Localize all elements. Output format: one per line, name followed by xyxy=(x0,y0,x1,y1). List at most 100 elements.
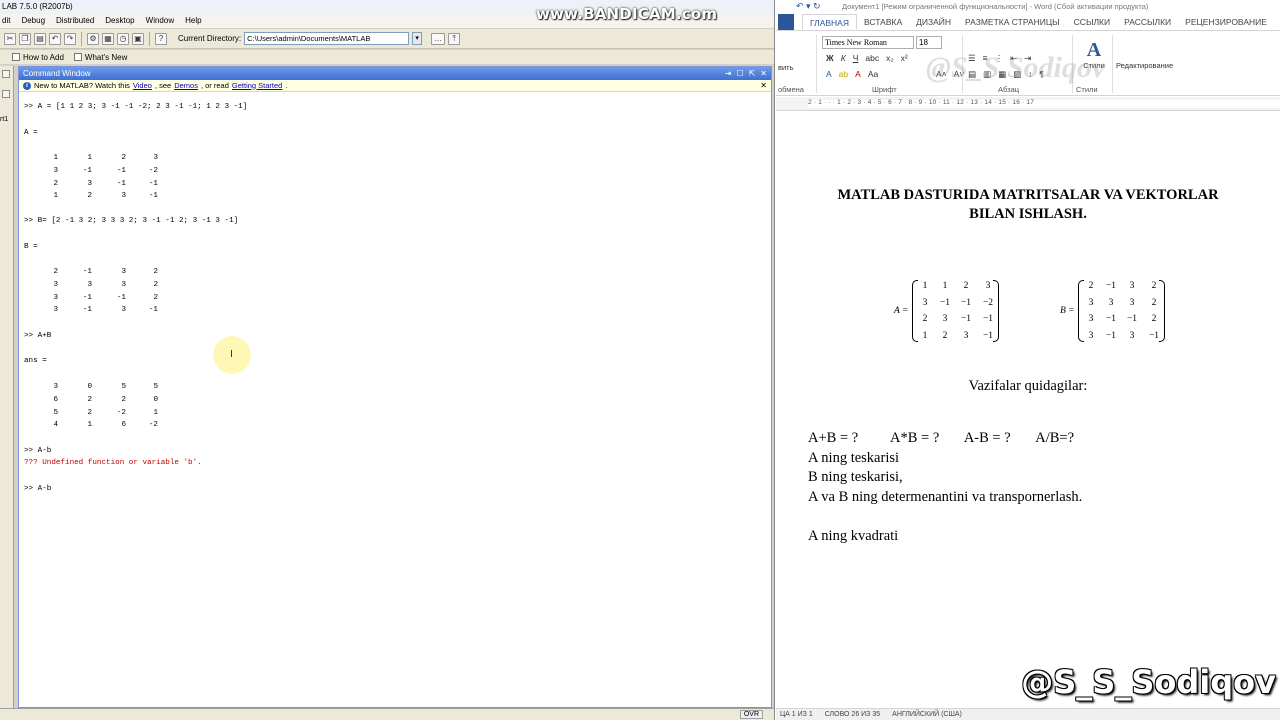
menu-edit[interactable]: dit xyxy=(2,14,10,28)
file-tab[interactable] xyxy=(778,14,794,30)
matrix-cell: 2 xyxy=(153,293,158,302)
shortcut-how-to-add[interactable]: How to Add xyxy=(12,53,64,62)
panel-button[interactable] xyxy=(2,70,10,78)
page-count[interactable]: ЦА 1 ИЗ 1 xyxy=(780,709,813,720)
shortcut-icon xyxy=(73,53,82,61)
equation-cell: 2 xyxy=(1151,297,1157,308)
italic-button[interactable]: К xyxy=(841,53,846,63)
superscript-button[interactable]: x² xyxy=(901,53,908,63)
tab-mailings[interactable]: РАССЫЛКИ xyxy=(1117,14,1178,30)
demos-link[interactable]: Demos xyxy=(174,80,198,92)
document-page[interactable]: MATLAB DASTURIDA MATRITSALAR VA VEKTORLA… xyxy=(776,112,1280,708)
text-effects-icon[interactable]: A xyxy=(826,69,832,79)
task-line: A ning kvadrati xyxy=(808,528,899,544)
menu-debug[interactable]: Debug xyxy=(21,14,45,28)
simulink-icon[interactable]: ⚙ xyxy=(87,32,99,45)
tab-layout[interactable]: РАЗМЕТКА СТРАНИЦЫ xyxy=(958,14,1067,30)
bold-button[interactable]: Ж xyxy=(826,53,834,63)
font-color-row: A ab A Aa xyxy=(826,69,878,79)
guide-icon[interactable]: ▦ xyxy=(102,32,114,45)
subscript-button[interactable]: x₂ xyxy=(886,53,894,63)
getting-started-link[interactable]: Getting Started xyxy=(232,80,282,92)
equation-cell: −1 xyxy=(1105,330,1117,341)
matrix-cell: 1 xyxy=(87,154,92,162)
language[interactable]: АНГЛИЙСКИЙ (США) xyxy=(892,709,962,720)
error-message: ??? Undefined function or variable 'b'. xyxy=(24,459,202,467)
highlight-icon[interactable]: ab xyxy=(839,69,848,79)
matrix-cell: 3 xyxy=(53,280,58,289)
matrix-cell: 2 xyxy=(53,268,58,276)
clipboard-group-label: обмена xyxy=(778,85,804,94)
equation-cell: 2 xyxy=(963,281,969,291)
underline-button[interactable]: Ч xyxy=(853,53,859,63)
strikethrough-button[interactable]: abc xyxy=(865,53,879,63)
equation-cell: −1 xyxy=(982,314,994,324)
tab-design[interactable]: ДИЗАЙН xyxy=(909,14,958,30)
matrix-cell: -2 xyxy=(148,166,158,175)
panel-button[interactable] xyxy=(2,90,10,98)
equation-cell: 2 xyxy=(1151,281,1157,291)
maximize-icon[interactable]: ☐ xyxy=(736,67,743,80)
pin-icon[interactable]: ⇱ xyxy=(749,67,756,80)
redo-icon[interactable]: ↷ xyxy=(64,32,76,45)
equation-cell: 3 xyxy=(922,297,928,308)
equation-cell: 3 xyxy=(1108,297,1114,308)
shortcut-label: What's New xyxy=(84,52,128,62)
close-info-icon[interactable]: ✕ xyxy=(760,80,767,92)
chevron-down-icon[interactable]: ▾ xyxy=(412,32,423,45)
output-label: B = xyxy=(24,243,38,251)
current-directory-label: Current Directory: xyxy=(178,34,242,43)
paste-icon[interactable]: ▤ xyxy=(34,32,46,45)
tab-references[interactable]: ССЫЛКИ xyxy=(1067,14,1117,30)
ribbon: вить Times New Roman 18 Ж К Ч abc x₂ x² … xyxy=(776,30,1280,96)
word-count[interactable]: СЛОВО 26 ИЗ 35 xyxy=(825,709,880,720)
tab-review[interactable]: РЕЦЕНЗИРОВАНИЕ xyxy=(1178,14,1274,30)
info-text: New to MATLAB? Watch this xyxy=(34,80,130,90)
paste-label[interactable]: вить xyxy=(778,63,794,72)
matrix-cell: 5 xyxy=(53,408,58,417)
undo-icon[interactable]: ↶ xyxy=(49,32,61,45)
help-icon[interactable]: ? xyxy=(155,32,167,45)
command-window[interactable]: Command Window ⇥ ☐ ⇱ ✕ i New to MATLAB? … xyxy=(18,66,772,708)
font-color-icon[interactable]: A xyxy=(855,69,861,79)
cut-icon[interactable]: ✂ xyxy=(4,32,16,45)
folder-up-icon[interactable]: ⤒ xyxy=(448,32,461,45)
font-name-select[interactable]: Times New Roman xyxy=(822,36,914,49)
profiler-icon[interactable]: ◷ xyxy=(117,32,129,45)
equation-cell: −1 xyxy=(960,314,972,324)
equation-cell: 3 xyxy=(963,330,969,341)
tab-insert[interactable]: ВСТАВКА xyxy=(857,14,909,30)
matrix-cell: 2 xyxy=(53,179,58,188)
word-status-bar: ЦА 1 ИЗ 1 СЛОВО 26 ИЗ 35 АНГЛИЙСКИЙ (США… xyxy=(776,708,1280,720)
author-watermark: @S_S_Sodiqov xyxy=(1021,663,1276,701)
video-link[interactable]: Video xyxy=(133,80,152,92)
menu-help[interactable]: Help xyxy=(185,14,201,28)
equation-cell: −1 xyxy=(939,297,951,308)
shortcut-whats-new[interactable]: What's New xyxy=(73,52,128,62)
font-size-select[interactable]: 18 xyxy=(916,36,942,49)
menu-distributed[interactable]: Distributed xyxy=(56,14,94,28)
change-case-icon[interactable]: Aa xyxy=(868,69,878,79)
info-text: . xyxy=(285,80,288,90)
matrix-cell: 1 xyxy=(53,192,58,201)
paragraph-group-label: Абзац xyxy=(998,85,1020,94)
equation-cell: −1 xyxy=(1105,314,1117,324)
matrix-cell: -1 xyxy=(116,179,126,188)
copy-icon[interactable]: ❐ xyxy=(19,32,31,45)
command-prompt-line[interactable]: >> A-b xyxy=(24,485,51,494)
tab-home[interactable]: ГЛАВНАЯ xyxy=(802,14,857,30)
group-divider xyxy=(816,35,817,93)
workspace-panel-edge: rt1 xyxy=(0,66,14,720)
shortcut-label: How to Add xyxy=(23,52,64,62)
browse-button[interactable]: ... xyxy=(431,32,446,45)
close-icon[interactable]: ✕ xyxy=(760,67,767,80)
menu-desktop[interactable]: Desktop xyxy=(105,14,134,28)
equation-cell: 3 xyxy=(1088,314,1094,324)
workspace-icon[interactable]: ▣ xyxy=(132,32,144,45)
undock-icon[interactable]: ⇥ xyxy=(725,67,732,80)
editing-button[interactable]: Редактирование xyxy=(1116,61,1173,70)
menu-window[interactable]: Window xyxy=(146,14,174,28)
undo-icon[interactable]: ↶ ▾ ↻ xyxy=(796,0,821,13)
current-directory-input[interactable]: C:\Users\admin\Documents\MATLAB xyxy=(244,32,410,45)
ribbon-tabs: ГЛАВНАЯ ВСТАВКА ДИЗАЙН РАЗМЕТКА СТРАНИЦЫ… xyxy=(776,14,1280,30)
